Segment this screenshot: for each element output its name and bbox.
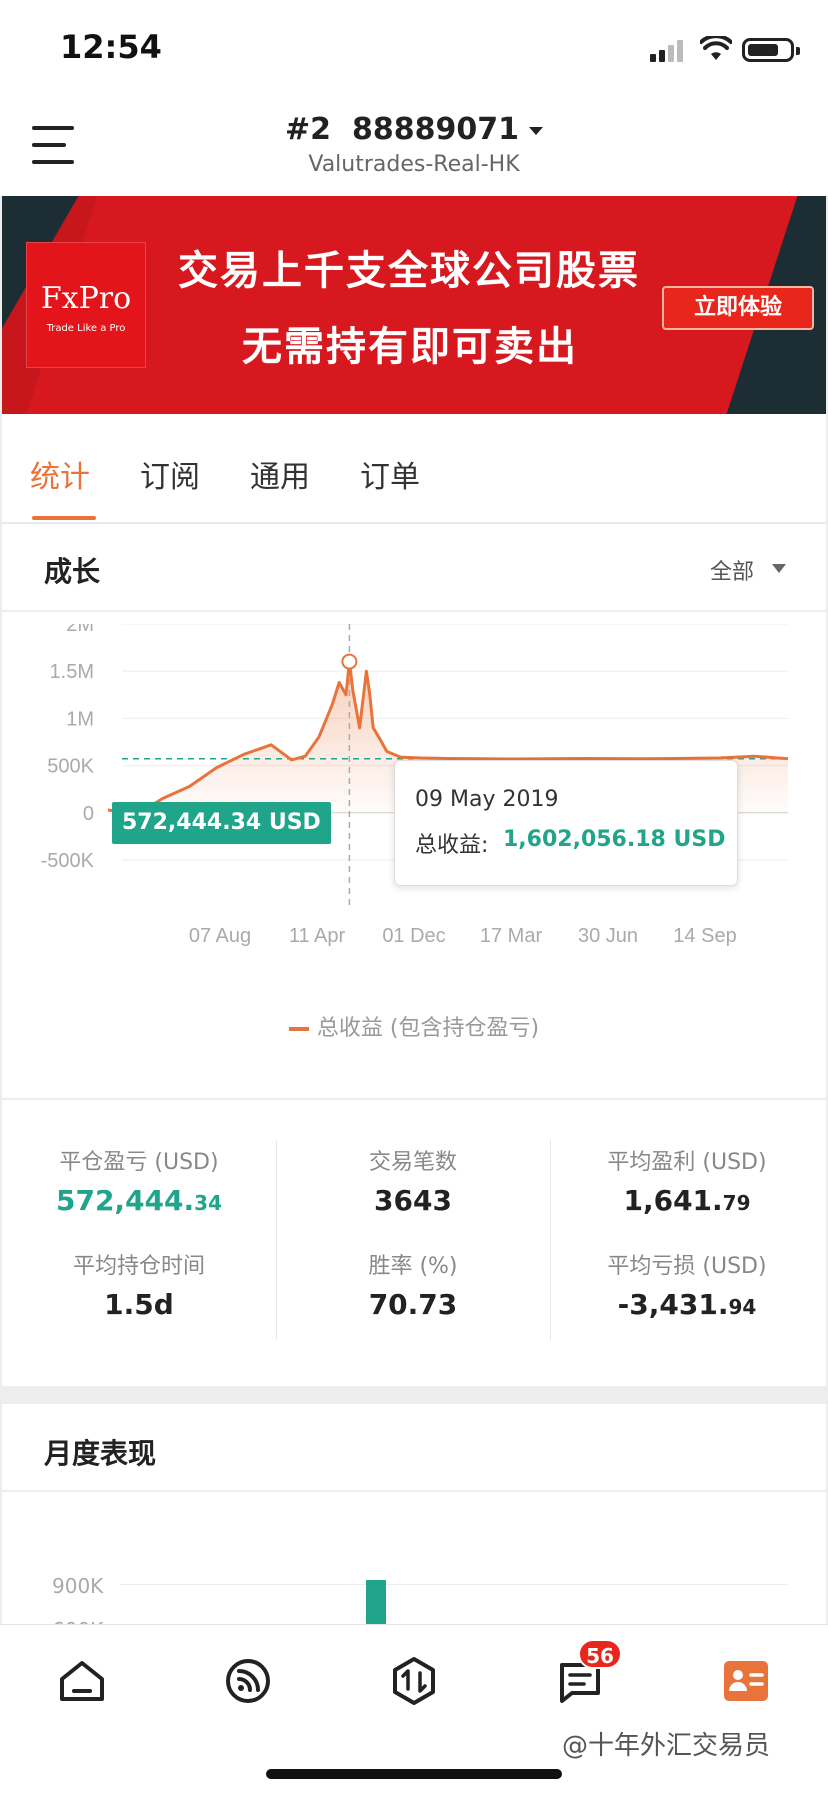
banner-subline: 无需持有即可卖出 [242, 324, 578, 370]
y-tick-label: 2M [66, 624, 94, 636]
y-tick-label: 1M [66, 708, 94, 730]
banner-cta-button[interactable]: 立即体验 [662, 286, 814, 330]
y-tick-label: -500K [41, 850, 95, 872]
x-tick-label: 14 Sep [673, 925, 736, 947]
account-number: #2 88889071 [285, 112, 519, 147]
tab-stats[interactable]: 统计 [30, 452, 90, 496]
tooltip-label: 总收益: [415, 833, 489, 858]
ad-banner[interactable]: FxPro Trade Like a Pro 交易上千支全球公司股票 无需持有即… [2, 196, 826, 414]
divider [2, 610, 826, 612]
tooltip-value: 1,602,056.18 USD [503, 827, 726, 852]
stat-avg-loss: 平均亏损 (USD) -3,431.94 [607, 1254, 767, 1321]
status-bar: 12:54 [0, 0, 828, 96]
tab-general[interactable]: 通用 [250, 452, 310, 496]
x-tick-label: 17 Mar [480, 925, 543, 947]
app-header: #2 88889071 Valutrades-Real-HK [0, 96, 828, 196]
stats-grid: 平仓盈亏 (USD) 572,444.34 交易笔数 3643 平均盈利 (US… [2, 1100, 826, 1386]
message-count-badge: 56 [578, 1639, 622, 1669]
growth-range-filter[interactable]: 全部 [710, 554, 754, 586]
gridline [120, 1584, 788, 1585]
x-tick-label: 01 Dec [382, 925, 445, 947]
stat-avg-profit: 平均盈利 (USD) 1,641.79 [607, 1150, 767, 1217]
status-time: 12:54 [60, 28, 162, 66]
stat-trade-count: 交易笔数 3643 [368, 1150, 457, 1217]
chevron-down-icon [528, 126, 543, 135]
monthly-performance-card: 月度表现 900K 600K [2, 1404, 826, 1642]
active-tab-indicator [32, 516, 96, 520]
home-indicator [266, 1769, 562, 1779]
banner-headline: 交易上千支全球公司股票 [178, 248, 640, 294]
monthly-bar[interactable] [366, 1580, 386, 1630]
tab-orders[interactable]: 订单 [360, 452, 420, 496]
legend-label: 总收益 (包含持仓盈亏) [316, 1016, 540, 1041]
y-tick-label: 0 [83, 803, 94, 825]
chart-legend[interactable]: 总收益 (包含持仓盈亏) [2, 1010, 826, 1042]
tab-subscribe[interactable]: 订阅 [140, 452, 200, 496]
home-icon[interactable] [56, 1655, 108, 1707]
current-value-badge: 572,444.34 USD [112, 802, 331, 844]
chevron-down-icon[interactable] [772, 564, 786, 573]
tab-bar: 统计 订阅 通用 订单 [2, 414, 826, 524]
chart-tooltip: 09 May 2019 总收益: 1,602,056.18 USD [394, 760, 738, 886]
growth-card: 成长 全部 2M 1.5M 1M 500K 0 -500K 07 Aug 11 Apr 01 … [2, 524, 826, 1098]
feed-icon[interactable] [222, 1655, 274, 1707]
cellular-signal-icon [650, 40, 683, 62]
fxpro-logo: FxPro Trade Like a Pro [26, 242, 146, 368]
watermark: @十年外汇交易员 [562, 1731, 771, 1761]
bottom-nav: 56 @十年外汇交易员 [0, 1624, 828, 1793]
trade-icon[interactable] [388, 1655, 440, 1707]
legend-swatch [288, 1027, 309, 1031]
server-name: Valutrades-Real-HK [308, 152, 520, 177]
battery-icon [742, 38, 800, 62]
stat-closed-pnl: 平仓盈亏 (USD) 572,444.34 [55, 1150, 222, 1217]
y-tick-label: 500K [47, 756, 94, 778]
x-tick-label: 07 Aug [189, 925, 251, 947]
x-tick-label: 30 Jun [578, 925, 638, 947]
highlight-point [341, 653, 358, 670]
tooltip-date: 09 May 2019 [415, 787, 559, 812]
x-tick-label: 11 Apr [289, 925, 346, 947]
stat-avg-hold-time: 平均持仓时间 1.5d [72, 1254, 205, 1321]
divider [2, 1490, 826, 1492]
wifi-icon [700, 36, 732, 60]
y-tick-label: 900K [52, 1574, 104, 1598]
growth-title: 成长 [44, 555, 101, 588]
y-tick-label: 1.5M [50, 661, 94, 683]
stat-win-rate: 胜率 (%) 70.73 [368, 1254, 458, 1321]
account-selector[interactable]: #2 88889071 [0, 112, 828, 147]
monthly-title: 月度表现 [44, 1437, 157, 1470]
profile-icon[interactable] [720, 1655, 772, 1707]
